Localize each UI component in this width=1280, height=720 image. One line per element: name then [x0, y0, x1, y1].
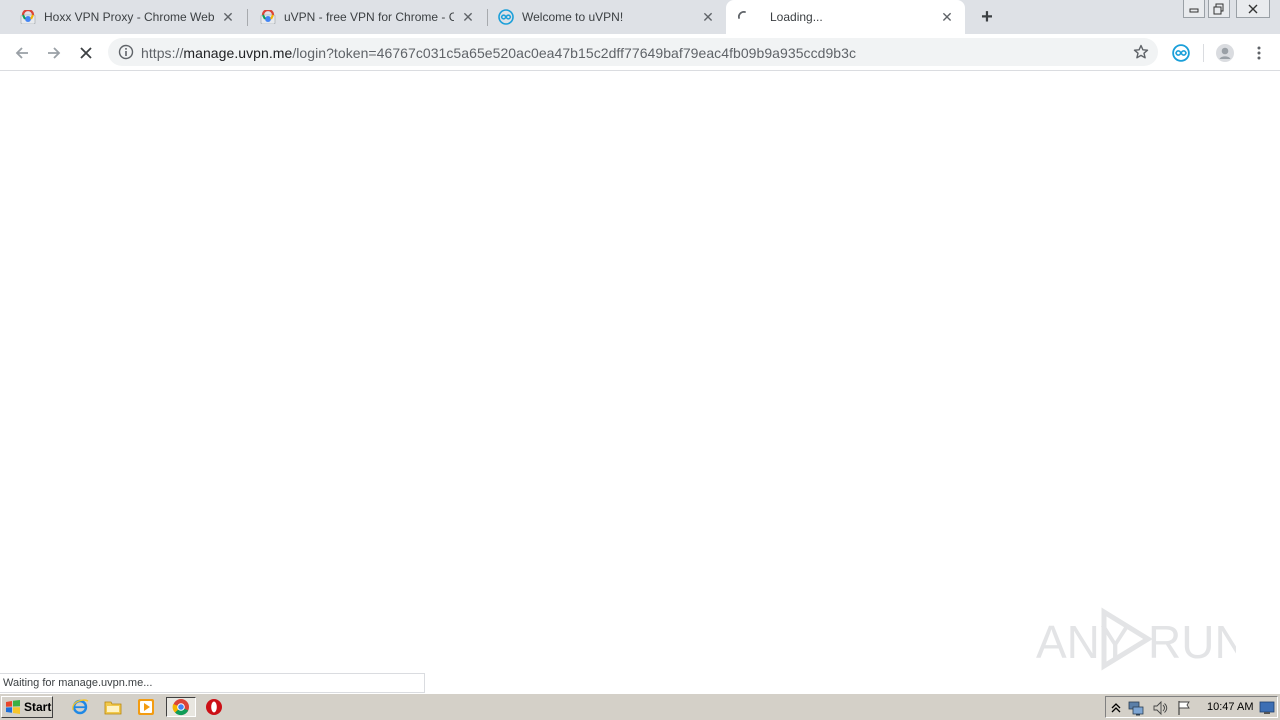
screen: Hoxx VPN Proxy - Chrome Web Store ✕ uVPN… — [0, 0, 1280, 720]
explorer-button[interactable] — [102, 697, 124, 717]
internet-explorer-button[interactable] — [69, 697, 91, 717]
network-icon — [1128, 701, 1144, 716]
minimize-button[interactable] — [1183, 0, 1205, 18]
action-center-tray-icon[interactable] — [1176, 700, 1192, 716]
close-tab-icon[interactable]: ✕ — [220, 9, 236, 25]
back-button[interactable] — [9, 40, 35, 66]
chrome-web-store-icon — [20, 9, 36, 25]
show-hidden-icons-button[interactable] — [1108, 700, 1124, 716]
new-tab-button[interactable]: + — [977, 6, 997, 28]
info-icon[interactable] — [118, 44, 134, 60]
opera-button[interactable] — [203, 697, 225, 717]
arrow-left-icon — [15, 47, 28, 59]
url-path: /login?token=46767c031c5a65e520ac0ea47b1… — [292, 45, 857, 61]
url-scheme: https:// — [141, 45, 184, 61]
chrome-web-store-icon — [260, 9, 276, 25]
profile-button[interactable] — [1212, 40, 1238, 66]
chevron-up-icon — [1111, 703, 1121, 713]
opera-icon — [206, 699, 222, 715]
loading-spinner-icon — [736, 9, 752, 25]
desktop-icon — [1259, 701, 1275, 714]
url-text: https://manage.uvpn.me/login?token=46767… — [141, 45, 856, 61]
speaker-icon — [1153, 700, 1168, 716]
menu-button[interactable] — [1246, 40, 1272, 66]
tab-welcome-uvpn[interactable]: Welcome to uVPN! ✕ — [488, 0, 726, 34]
restore-icon — [1213, 3, 1224, 14]
close-tab-icon[interactable]: ✕ — [460, 9, 476, 25]
bookmark-star-button[interactable] — [1132, 43, 1150, 61]
tab-strip: Hoxx VPN Proxy - Chrome Web Store ✕ uVPN… — [0, 0, 1280, 34]
windows-taskbar: Start 10:47 AM — [0, 693, 1280, 720]
svg-text:RUN: RUN — [1148, 616, 1236, 668]
windows-logo-icon — [6, 700, 20, 714]
tab-hoxx-vpn[interactable]: Hoxx VPN Proxy - Chrome Web Store ✕ — [0, 0, 246, 34]
chrome-icon — [172, 699, 189, 716]
forward-button[interactable] — [41, 40, 67, 66]
folder-icon — [104, 701, 122, 715]
close-tab-icon[interactable]: ✕ — [700, 9, 716, 25]
uvpn-icon — [498, 9, 514, 25]
restore-button[interactable] — [1208, 0, 1230, 18]
browser-toolbar: https://manage.uvpn.me/login?token=46767… — [0, 34, 1280, 71]
tab-title: Loading... — [770, 10, 823, 24]
star-icon — [1133, 44, 1149, 59]
url-host: manage.uvpn.me — [183, 45, 293, 61]
close-tab-icon[interactable]: ✕ — [939, 9, 955, 25]
start-label: Start — [24, 700, 52, 714]
arrow-right-icon — [48, 47, 61, 59]
avatar-icon — [1216, 44, 1234, 62]
kebab-menu-icon — [1257, 46, 1261, 60]
flag-icon — [1178, 701, 1190, 715]
tab-uvpn-store[interactable]: uVPN - free VPN for Chrome - Chrome Web … — [248, 0, 486, 34]
tab-title: Welcome to uVPN! — [522, 10, 624, 24]
stop-icon — [80, 47, 92, 59]
stop-loading-button[interactable] — [73, 40, 99, 66]
show-desktop-button[interactable] — [1259, 700, 1275, 716]
media-player-button[interactable] — [135, 697, 157, 717]
start-button[interactable]: Start — [1, 696, 53, 718]
system-tray: 10:47 AM — [1105, 696, 1278, 718]
uvpn-extension-button[interactable] — [1168, 40, 1194, 66]
taskbar-clock[interactable]: 10:47 AM — [1207, 701, 1253, 713]
chrome-taskbar-button[interactable] — [166, 697, 196, 717]
status-bubble: Waiting for manage.uvpn.me... — [0, 673, 425, 693]
close-icon — [1248, 4, 1258, 13]
minimize-icon — [1189, 8, 1199, 12]
internet-explorer-icon — [72, 699, 89, 715]
tab-title: Hoxx VPN Proxy - Chrome Web Store — [44, 10, 214, 24]
close-window-button[interactable] — [1236, 0, 1270, 18]
anyrun-watermark: ANY RUN — [1036, 606, 1248, 672]
uvpn-icon — [1172, 44, 1190, 62]
network-tray-icon[interactable] — [1128, 700, 1144, 716]
tab-title: uVPN - free VPN for Chrome - Chrome Web … — [284, 10, 454, 24]
media-player-icon — [138, 699, 154, 715]
volume-tray-icon[interactable] — [1152, 700, 1168, 716]
page-viewport — [0, 72, 1280, 692]
address-bar[interactable]: https://manage.uvpn.me/login?token=46767… — [108, 38, 1158, 66]
tab-loading[interactable]: Loading... ✕ — [726, 0, 965, 34]
toolbar-divider — [1203, 44, 1204, 62]
